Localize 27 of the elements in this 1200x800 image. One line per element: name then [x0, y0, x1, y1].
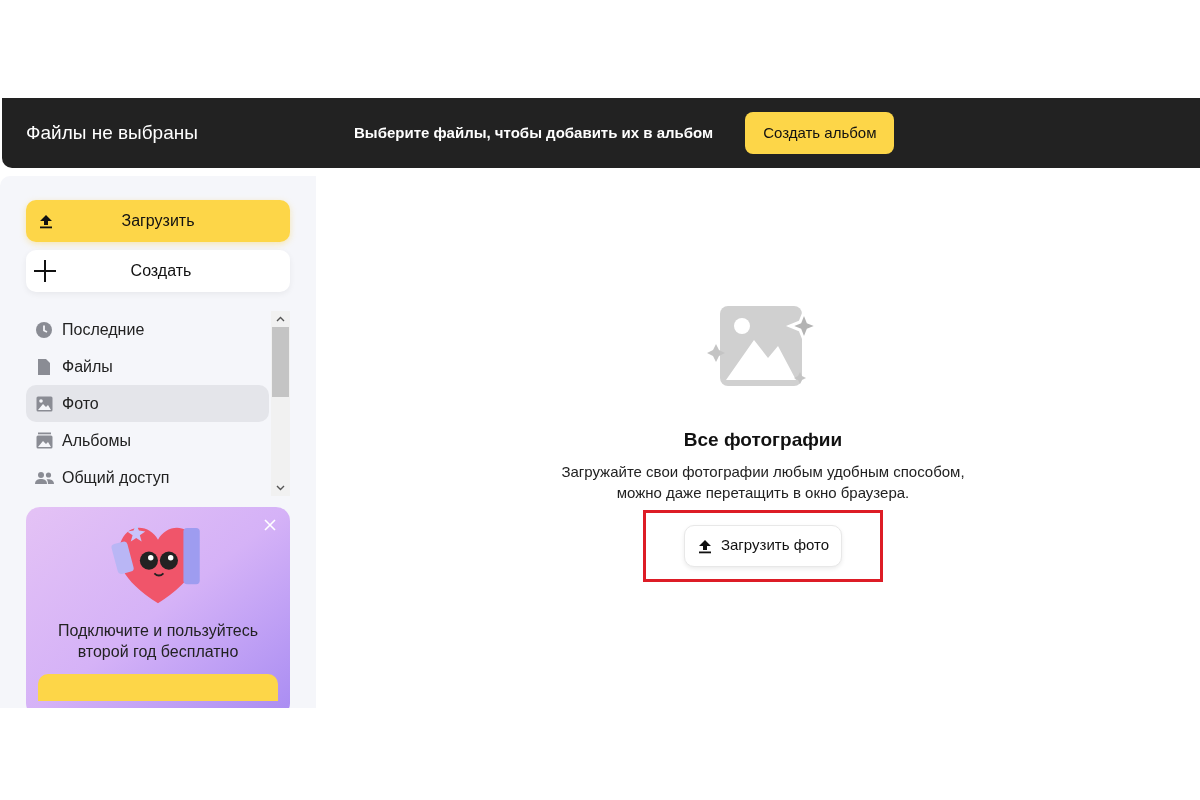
scrollbar[interactable] — [271, 311, 290, 496]
create-album-button[interactable]: Создать альбом — [745, 112, 895, 154]
upload-button[interactable]: Загрузить — [26, 200, 290, 242]
file-icon — [37, 357, 51, 376]
hint-text: Выберите файлы, чтобы добавить их в альбом — [354, 122, 714, 143]
upload-icon — [696, 537, 713, 554]
plus-icon — [34, 260, 56, 282]
promo-action-button[interactable] — [38, 673, 278, 701]
promo-text: Подключите и пользуйтесь второй год бесплатно — [56, 620, 260, 662]
scroll-down-icon[interactable] — [276, 485, 286, 491]
nav-item[interactable]: Фото — [26, 385, 270, 422]
upload-icon — [38, 213, 54, 229]
clock-icon — [35, 320, 53, 339]
nav-item[interactable]: Файлы — [26, 348, 270, 385]
album-icon — [35, 432, 53, 449]
selection-status: Файлы не выбраны — [26, 120, 199, 145]
empty-description: Загружайте свои фотографии любым удобным способом, можно даже перетащить в окно браузера. — [560, 461, 966, 503]
upload-photo-button[interactable]: Загрузить фото — [683, 524, 843, 567]
create-button[interactable]: Создать — [26, 250, 290, 292]
people-icon — [34, 470, 54, 485]
empty-title: Все фотографии — [683, 428, 843, 452]
image-icon — [35, 395, 53, 412]
scroll-up-icon[interactable] — [276, 316, 286, 322]
nav-item[interactable]: Альбомы — [26, 422, 270, 459]
close-icon[interactable] — [264, 519, 276, 531]
nav-item[interactable]: Общий доступ — [26, 459, 270, 496]
nav-item[interactable]: Последние — [26, 311, 270, 348]
